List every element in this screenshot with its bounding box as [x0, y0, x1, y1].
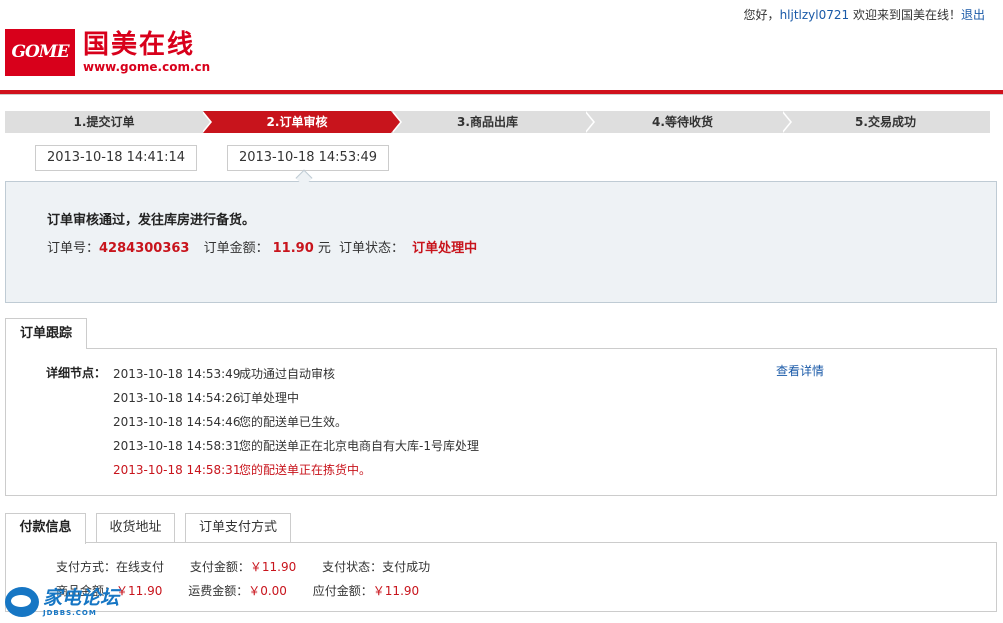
tracking-row: 2013-10-18 14:53:49成功通过自动审核 — [113, 365, 335, 382]
field-value: ￥11.90 — [116, 584, 163, 598]
gome-logo[interactable]: GOME 国美在线 www.gome.com.cn — [5, 28, 210, 76]
shipping-fee-item: 运费金额：￥0.00 — [188, 584, 287, 598]
order-amount-unit: 元 — [313, 241, 331, 256]
order-status-panel: 订单审核通过，发往库房进行备货。 订单号：4284300363 订单金额： 11.… — [5, 181, 997, 303]
step-label: 4.等待收货 — [652, 115, 713, 129]
field-value: 支付成功 — [382, 560, 431, 574]
order-state-label: 订单状态： — [339, 241, 405, 256]
username-link[interactable]: hljtlzyl0721 — [780, 8, 850, 22]
step-separator — [201, 111, 210, 133]
step-timestamp: 2013-10-18 14:41:14 — [35, 145, 197, 171]
step-label: 2.订单审核 — [266, 115, 328, 129]
field-label: 支付状态： — [322, 560, 383, 574]
tracking-time: 2013-10-18 14:54:46 — [113, 415, 241, 429]
step-order-review: 2.订单审核 — [203, 111, 391, 133]
step-awaiting-receipt: 4.等待收货 — [584, 111, 781, 133]
field-label: 运费金额： — [188, 584, 249, 598]
field-value: ￥11.90 — [372, 584, 420, 598]
step-goods-shipped: 3.商品出库 — [391, 111, 584, 133]
gome-logo-mark-text: GOME — [11, 42, 69, 62]
jdbbs-name: 家电论坛 — [43, 587, 120, 609]
status-summary: 订单号：4284300363 订单金额： 11.90 元 订单状态： 订单处理中 — [47, 237, 477, 256]
tracking-text: 成功通过自动审核 — [239, 367, 336, 381]
field-value: ￥11.90 — [249, 560, 297, 574]
order-number: 4284300363 — [99, 241, 190, 256]
tracking-row: 2013-10-18 14:58:31您的配送单正在北京电商自有大库-1号库处理 — [113, 437, 479, 454]
logout-link[interactable]: 退出 — [961, 8, 985, 22]
order-number-label: 订单号： — [47, 241, 100, 256]
gome-logo-url: www.gome.com.cn — [83, 60, 211, 74]
field-value: 在线支付 — [116, 560, 165, 574]
detail-nodes-label: 详细节点： — [46, 366, 107, 380]
tab-shipping-address[interactable]: 收货地址 — [96, 513, 175, 543]
jdbbs-watermark-text: 家电论坛 JDBBS.COM — [43, 587, 119, 617]
field-label: 支付方式： — [56, 560, 117, 574]
order-tracking-panel: 详细节点： 查看详情 2013-10-18 14:53:49成功通过自动审核 2… — [5, 348, 997, 496]
greeting-text: 您好， — [743, 8, 780, 22]
gome-logo-name: 国美在线 — [83, 30, 196, 60]
step-label: 5.交易成功 — [855, 115, 916, 129]
view-details-link[interactable]: 查看详情 — [776, 362, 824, 379]
payment-method-item: 支付方式：在线支付 — [56, 560, 164, 574]
payment-amount-item: 支付金额：￥11.90 — [190, 560, 296, 574]
tracking-time: 2013-10-18 14:58:31 — [113, 463, 241, 477]
order-state: 订单处理中 — [412, 241, 478, 256]
tracking-time: 2013-10-18 14:54:26 — [113, 391, 241, 405]
header-divider-shadow — [0, 94, 1003, 95]
gome-logo-text: 国美在线 www.gome.com.cn — [83, 30, 210, 74]
tab-order-tracking[interactable]: 订单跟踪 — [5, 318, 87, 349]
field-label: 支付金额： — [189, 560, 250, 574]
jdbbs-watermark: 家电论坛 JDBBS.COM — [5, 587, 119, 617]
payment-line-1: 支付方式：在线支付 支付金额：￥11.90 支付状态：支付成功 — [56, 558, 452, 575]
step-label: 1.提交订单 — [73, 115, 135, 129]
payable-amount-item: 应付金额：￥11.90 — [313, 584, 419, 598]
tracking-text: 您的配送单正在北京电商自有大库-1号库处理 — [239, 439, 479, 453]
gome-logo-mark: GOME — [5, 28, 75, 76]
step-timestamp-current: 2013-10-18 14:53:49 — [227, 145, 389, 171]
tracking-time: 2013-10-18 14:58:31 — [113, 439, 241, 453]
tracking-text: 您的配送单正在拣货中。 — [239, 463, 372, 477]
step-submit-order: 1.提交订单 — [5, 111, 203, 133]
step-label: 3.商品出库 — [457, 115, 518, 129]
order-progress-steps: 1.提交订单 2.订单审核 3.商品出库 4.等待收货 5.交易成功 — [5, 111, 990, 133]
step-separator — [391, 111, 400, 133]
field-value: ￥0.00 — [248, 584, 287, 598]
jdbbs-url: JDBBS.COM — [43, 609, 97, 617]
welcome-text: 欢迎来到国美在线！ — [849, 8, 961, 22]
tab-payment-method[interactable]: 订单支付方式 — [185, 513, 291, 543]
tracking-time: 2013-10-18 14:53:49 — [113, 367, 241, 381]
payment-info-panel: 支付方式：在线支付 支付金额：￥11.90 支付状态：支付成功 商品金额：￥11… — [5, 542, 997, 612]
jdbbs-logo-icon — [5, 587, 39, 617]
order-amount-label: 订单金额： — [203, 241, 269, 256]
tracking-text: 您的配送单已生效。 — [239, 415, 348, 429]
tracking-row-latest: 2013-10-18 14:58:31您的配送单正在拣货中。 — [113, 461, 371, 478]
tracking-row: 2013-10-18 14:54:46您的配送单已生效。 — [113, 413, 347, 430]
tracking-text: 订单处理中 — [239, 391, 300, 405]
payment-status-item: 支付状态：支付成功 — [322, 560, 430, 574]
field-label: 应付金额： — [312, 584, 373, 598]
step-separator — [781, 111, 790, 133]
order-amount: 11.90 — [272, 241, 314, 256]
tab-payment-info[interactable]: 付款信息 — [5, 513, 86, 544]
step-transaction-success: 5.交易成功 — [781, 111, 990, 133]
status-title: 订单审核通过，发往库房进行备货。 — [47, 213, 256, 228]
top-greeting-bar: 您好，hljtlzyl0721 欢迎来到国美在线！退出 — [744, 6, 985, 23]
tracking-row: 2013-10-18 14:54:26订单处理中 — [113, 389, 299, 406]
step-separator — [584, 111, 593, 133]
